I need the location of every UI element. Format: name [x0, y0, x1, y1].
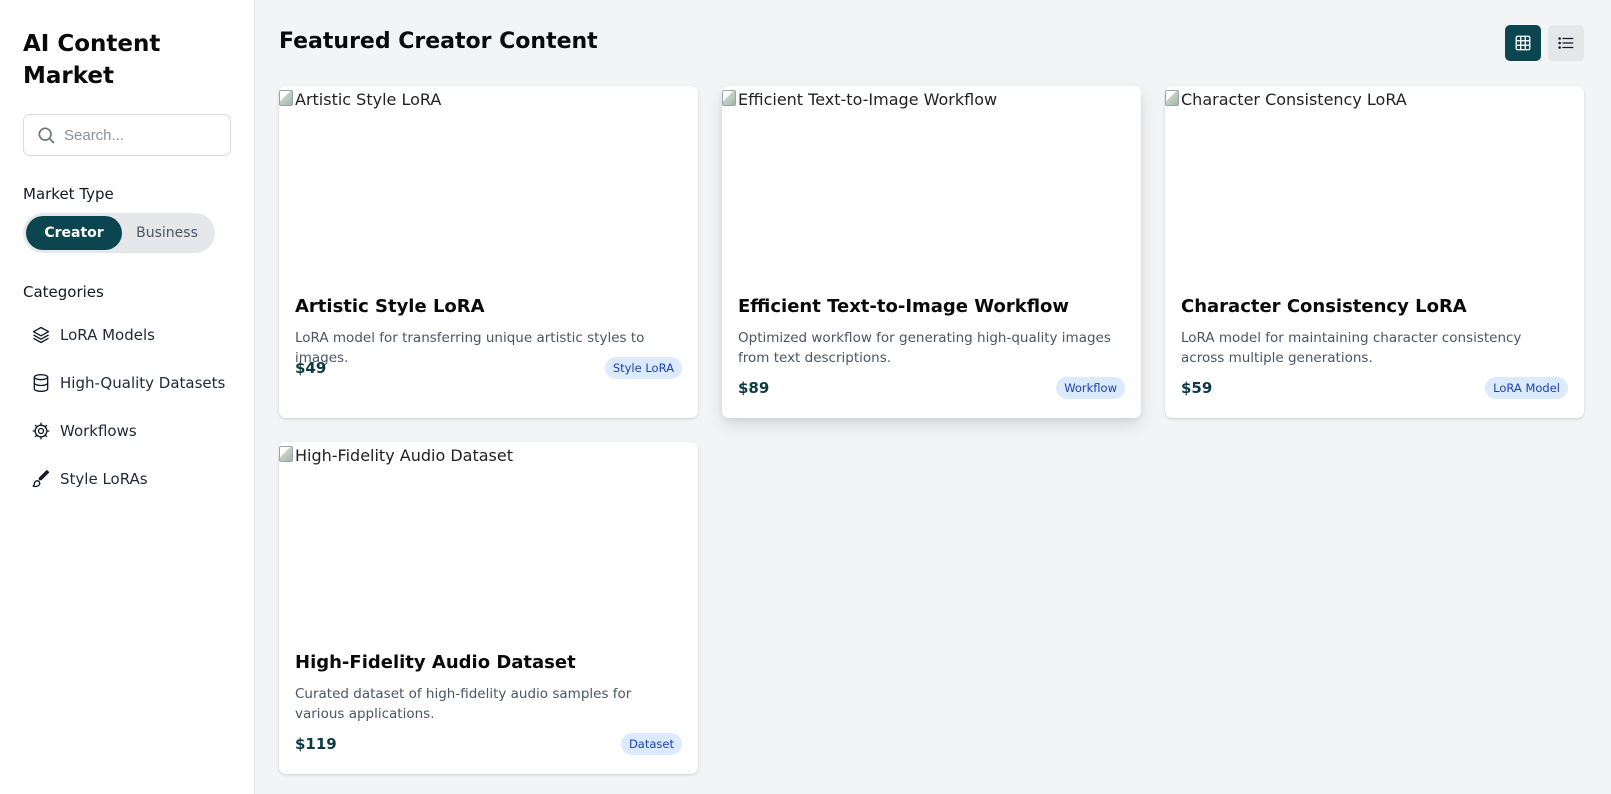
card-image: Artistic Style LoRA	[279, 86, 698, 286]
grid-icon	[1515, 35, 1531, 51]
category-item-workflows[interactable]: Workflows	[23, 407, 231, 455]
content-card[interactable]: Artistic Style LoRA Artistic Style LoRA …	[279, 86, 698, 418]
card-tag-badge: LoRA Model	[1485, 377, 1568, 399]
broken-image-icon	[279, 446, 293, 462]
list-view-button[interactable]	[1548, 25, 1584, 61]
card-title: Efficient Text-to-Image Workflow	[738, 296, 1070, 317]
content-card[interactable]: Character Consistency LoRA Character Con…	[1165, 86, 1584, 418]
category-label: Workflows	[60, 422, 137, 440]
search-input[interactable]	[64, 126, 224, 144]
search-box[interactable]	[23, 114, 231, 156]
main-content: Featured Creator Content Artistic Style …	[279, 0, 1584, 794]
card-price: $89	[738, 379, 770, 397]
card-tag-badge: Style LoRA	[604, 357, 682, 379]
card-title: Artistic Style LoRA	[295, 296, 485, 317]
card-title: High-Fidelity Audio Dataset	[295, 652, 576, 673]
card-tag-badge: Dataset	[620, 733, 682, 755]
card-image: High-Fidelity Audio Dataset	[279, 442, 698, 642]
card-image-alt: Efficient Text-to-Image Workflow	[738, 90, 998, 109]
broken-image-icon	[1165, 90, 1179, 106]
card-image: Efficient Text-to-Image Workflow	[722, 86, 1141, 286]
view-toggle	[1505, 25, 1584, 61]
broken-image-icon	[722, 90, 736, 106]
card-title: Character Consistency LoRA	[1181, 296, 1467, 317]
list-icon	[1558, 37, 1574, 49]
brand-title: AI Content Market	[23, 31, 161, 89]
card-image: Character Consistency LoRA	[1165, 86, 1584, 286]
category-item-style-loras[interactable]: Style LoRAs	[23, 455, 231, 503]
brush-icon	[32, 470, 50, 488]
category-label: LoRA Models	[60, 326, 155, 344]
content-card[interactable]: Efficient Text-to-Image Workflow Efficie…	[722, 86, 1141, 418]
market-type-label: Market Type	[23, 185, 114, 203]
card-image-alt: Character Consistency LoRA	[1181, 90, 1407, 109]
card-image-alt: Artistic Style LoRA	[295, 90, 442, 109]
database-icon	[33, 374, 49, 393]
card-description: LoRA model for maintaining character con…	[1181, 330, 1522, 366]
card-description: LoRA model for transferring unique artis…	[295, 330, 645, 366]
card-price: $119	[295, 735, 337, 753]
category-item-lora-models[interactable]: LoRA Models	[23, 311, 231, 359]
market-type-toggle: Creator Business	[23, 213, 215, 253]
category-list: LoRA Models High-Quality Datasets Workfl…	[23, 311, 231, 503]
card-price: $49	[295, 359, 327, 377]
search-icon	[38, 127, 55, 144]
category-item-datasets[interactable]: High-Quality Datasets	[23, 359, 231, 407]
card-image-alt: High-Fidelity Audio Dataset	[295, 446, 513, 465]
card-description: Curated dataset of high-fidelity audio s…	[295, 686, 632, 722]
grid-view-button[interactable]	[1505, 25, 1541, 61]
card-description: Optimized workflow for generating high-q…	[738, 330, 1111, 366]
card-price: $59	[1181, 379, 1213, 397]
gear-icon	[32, 422, 50, 440]
card-tag-badge: Workflow	[1056, 377, 1125, 399]
category-label: High-Quality Datasets	[60, 374, 226, 392]
category-label: Style LoRAs	[60, 470, 148, 488]
broken-image-icon	[279, 90, 293, 106]
layers-icon	[32, 326, 50, 344]
sidebar: AI Content Market Market Type Creator Bu…	[0, 0, 255, 794]
content-card[interactable]: High-Fidelity Audio Dataset High-Fidelit…	[279, 442, 698, 774]
market-type-business-button[interactable]: Business	[122, 216, 212, 250]
categories-label: Categories	[23, 283, 104, 301]
market-type-creator-button[interactable]: Creator	[26, 216, 122, 250]
page-title: Featured Creator Content	[279, 29, 598, 54]
